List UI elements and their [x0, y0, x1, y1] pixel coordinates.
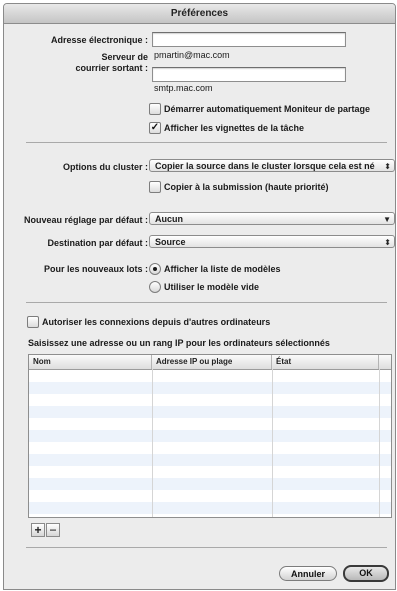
email-label: Adresse électronique :: [50, 35, 148, 45]
popup-arrows-icon: ⬍: [384, 238, 391, 247]
allow-connections-label: Autoriser les connexions depuis d'autres…: [42, 317, 271, 327]
default-preset-label: Nouveau réglage par défaut :: [23, 215, 148, 225]
separator: [26, 302, 387, 303]
table-header: Nom Adresse IP ou plage État: [29, 355, 391, 370]
ok-button[interactable]: OK: [343, 565, 389, 582]
task-thumbnails-label: Afficher les vignettes de la tâche: [164, 123, 305, 133]
new-batches-label: Pour les nouveaux lots :: [43, 264, 148, 274]
table-row[interactable]: [29, 442, 391, 454]
add-row-button[interactable]: +: [31, 523, 45, 537]
smtp-label-line2: courrier sortant :: [75, 63, 148, 73]
allow-connections-checkbox[interactable]: [27, 316, 39, 328]
column-header-name[interactable]: Nom: [29, 355, 152, 369]
table-row[interactable]: [29, 406, 391, 418]
cluster-options-popup[interactable]: Copier la source dans le cluster lorsque…: [149, 159, 395, 172]
default-destination-label: Destination par défaut :: [47, 238, 148, 248]
smtp-display: smtp.mac.com: [154, 83, 213, 93]
table-row[interactable]: [29, 430, 391, 442]
table-row[interactable]: [29, 394, 391, 406]
separator: [26, 142, 387, 143]
table-row[interactable]: [29, 454, 391, 466]
show-templates-radio[interactable]: [149, 263, 161, 275]
submit-copy-label: Copier à la submission (haute priorité): [164, 182, 329, 192]
column-header-status[interactable]: État: [272, 355, 379, 369]
ip-table-caption: Saisissez une adresse ou un rang IP pour…: [28, 338, 330, 348]
task-thumbnails-checkbox[interactable]: ✓: [149, 122, 161, 134]
popup-arrows-icon: ⬍: [384, 162, 391, 171]
window-title: Préférences: [4, 4, 395, 24]
radio-selected-dot: [153, 267, 157, 271]
column-header-ip[interactable]: Adresse IP ou plage: [152, 355, 272, 369]
blank-template-label: Utiliser le modèle vide: [164, 282, 260, 292]
default-destination-popup[interactable]: Source ⬍: [149, 235, 395, 248]
check-icon: ✓: [150, 122, 160, 133]
table-row[interactable]: [29, 490, 391, 502]
smtp-label-line1: Serveur de: [101, 52, 148, 62]
show-templates-label: Afficher la liste de modèles: [164, 264, 281, 274]
smtp-server-field[interactable]: [152, 67, 346, 82]
table-row[interactable]: [29, 478, 391, 490]
auto-start-checkbox[interactable]: [149, 103, 161, 115]
cluster-options-value: Copier la source dans le cluster lorsque…: [155, 161, 375, 171]
cluster-options-label: Options du cluster :: [62, 162, 148, 172]
chevron-down-icon: ▼: [383, 215, 391, 224]
default-preset-value: Aucun: [155, 214, 183, 224]
column-divider: [272, 369, 273, 517]
table-row[interactable]: [29, 382, 391, 394]
blank-template-radio[interactable]: [149, 281, 161, 293]
default-destination-value: Source: [155, 237, 186, 247]
ip-table[interactable]: Nom Adresse IP ou plage État: [28, 354, 392, 518]
preferences-window: Préférences Adresse électronique : Serve…: [3, 3, 396, 590]
table-row[interactable]: [29, 370, 391, 382]
table-row[interactable]: [29, 502, 391, 514]
cancel-button[interactable]: Annuler: [279, 566, 337, 581]
remove-row-button[interactable]: −: [46, 523, 60, 537]
table-row[interactable]: [29, 418, 391, 430]
separator: [26, 547, 387, 548]
submit-copy-checkbox[interactable]: [149, 181, 161, 193]
email-display: pmartin@mac.com: [154, 50, 230, 60]
email-field[interactable]: [152, 32, 346, 47]
auto-start-label: Démarrer automatiquement Moniteur de par…: [164, 104, 371, 114]
table-row[interactable]: [29, 466, 391, 478]
column-divider: [152, 369, 153, 517]
default-preset-popup[interactable]: Aucun ▼: [149, 212, 395, 225]
column-divider: [379, 369, 380, 517]
